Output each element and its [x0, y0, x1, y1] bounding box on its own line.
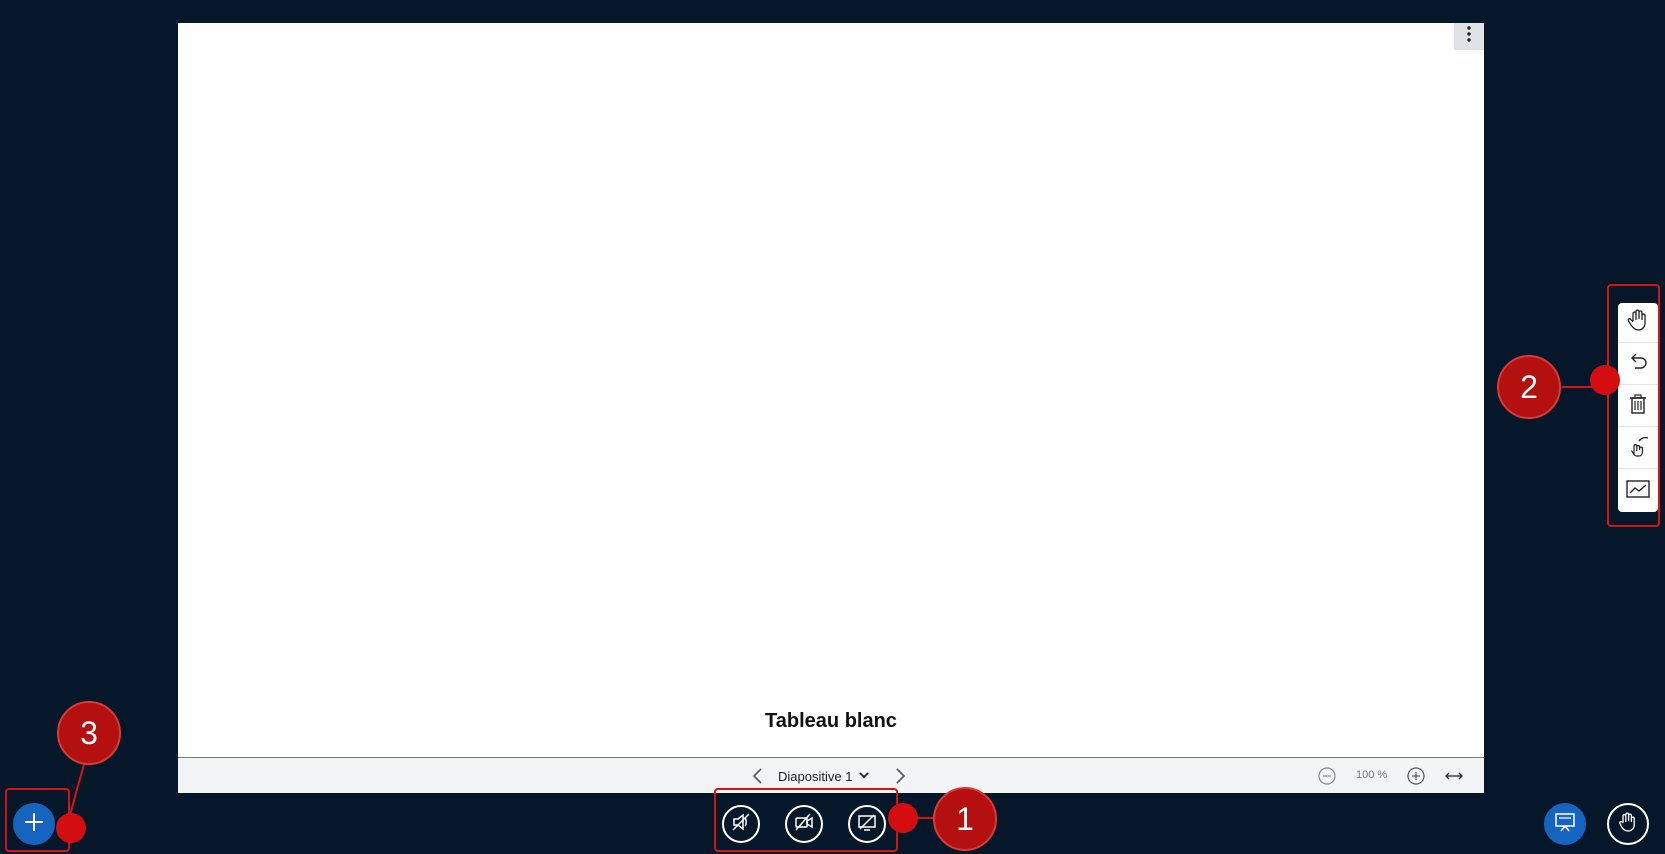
undo-icon [1626, 350, 1650, 379]
callout-1-dot [888, 803, 918, 833]
multi-user-whiteboard-button[interactable] [1618, 429, 1658, 469]
callout-3-dot [56, 813, 86, 843]
whiteboard-slide[interactable]: Tableau blanc [178, 23, 1484, 757]
pan-tool-button[interactable] [1618, 303, 1658, 343]
clear-all-button[interactable] [1618, 387, 1658, 427]
line-chart-icon [1625, 476, 1651, 507]
zoom-out-button[interactable] [1317, 766, 1337, 786]
chevron-down-icon [858, 769, 870, 784]
hand-pan-icon [1625, 307, 1651, 338]
callout-2-bubble: 2 [1497, 355, 1561, 419]
zoom-level: 100 % [1356, 769, 1388, 781]
multi-user-pointer-icon [1625, 433, 1651, 464]
raise-hand-icon [1616, 810, 1640, 839]
presentation-screen-icon [1553, 810, 1577, 839]
previous-slide-button[interactable] [748, 766, 768, 786]
add-actions-button[interactable] [13, 803, 55, 845]
undo-button[interactable] [1618, 345, 1658, 385]
presentation-button[interactable] [1544, 803, 1586, 845]
annotation-tool-button[interactable] [1618, 471, 1658, 511]
callout-2-dot [1590, 365, 1620, 395]
callout-1-frame [714, 788, 898, 852]
slide-select[interactable]: Diapositive 1 [778, 766, 870, 786]
callout-2-connector [1562, 386, 1592, 388]
whiteboard-toolbar [1618, 303, 1658, 512]
slide-select-label: Diapositive 1 [778, 768, 853, 784]
slide-options-button[interactable] [1454, 23, 1484, 50]
zoom-in-button[interactable] [1406, 766, 1426, 786]
plus-icon [23, 811, 45, 838]
callout-3-bubble: 3 [57, 701, 121, 765]
trash-icon [1626, 392, 1650, 421]
callout-1-bubble: 1 [933, 787, 997, 851]
more-vertical-icon [1466, 26, 1472, 47]
next-slide-button[interactable] [890, 766, 910, 786]
slide-title: Tableau blanc [765, 710, 897, 732]
raise-hand-button[interactable] [1607, 803, 1649, 845]
fit-to-width-button[interactable] [1444, 766, 1464, 786]
